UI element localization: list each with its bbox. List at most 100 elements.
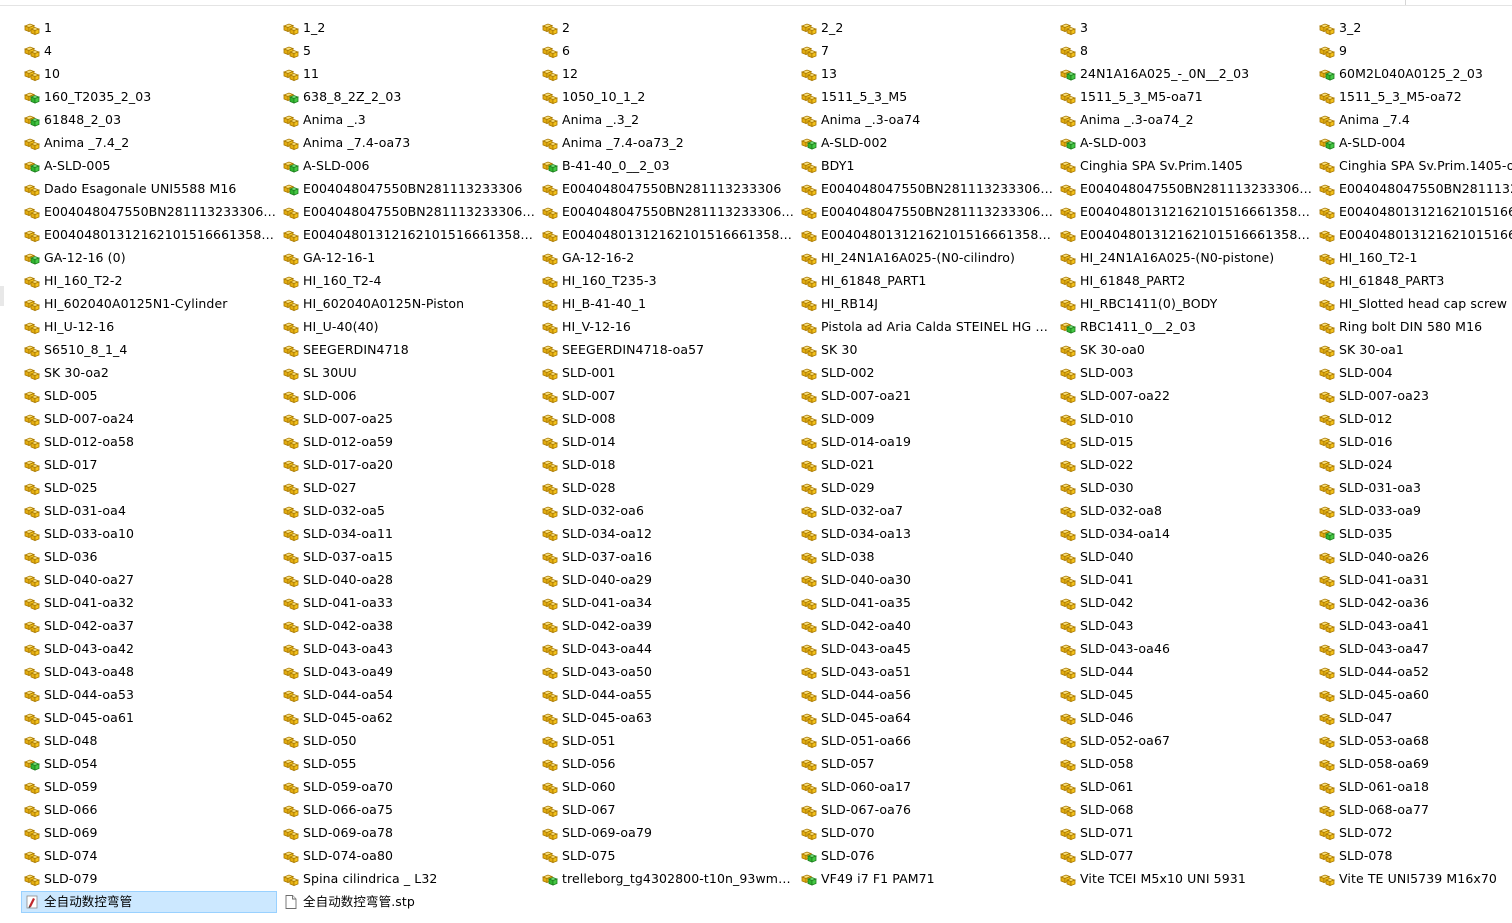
file-item[interactable]: SK 30-oa0 xyxy=(1057,339,1313,361)
file-item[interactable]: A-SLD-005 xyxy=(21,155,277,177)
file-item[interactable]: SLD-045-oa60 xyxy=(1316,684,1512,706)
file-item[interactable]: HI_160_T2-1 xyxy=(1316,247,1512,269)
file-item[interactable]: SLD-072 xyxy=(1316,822,1512,844)
file-item[interactable]: SLD-043-oa45 xyxy=(798,638,1054,660)
file-item[interactable]: SLD-071 xyxy=(1057,822,1313,844)
file-item[interactable]: SK 30-oa1 xyxy=(1316,339,1512,361)
file-item[interactable]: SLD-048 xyxy=(21,730,277,752)
file-item[interactable]: SK 30-oa2 xyxy=(21,362,277,384)
file-item[interactable]: SLD-074 xyxy=(21,845,277,867)
file-item[interactable]: Dado Esagonale UNI5588 M16 xyxy=(21,178,277,200)
file-item[interactable]: 1050_10_1_2 xyxy=(539,86,795,108)
file-item[interactable]: SLD-077 xyxy=(1057,845,1313,867)
file-item[interactable]: SLD-034-oa11 xyxy=(280,523,536,545)
file-item[interactable]: SLD-043 xyxy=(1057,615,1313,637)
file-item[interactable]: HI_Slotted head cap screw DI xyxy=(1316,293,1512,315)
file-item[interactable]: 全自动数控弯管.stp xyxy=(280,891,536,913)
file-item[interactable]: SLD-066 xyxy=(21,799,277,821)
file-item[interactable]: 13 xyxy=(798,63,1054,85)
file-item[interactable]: SLD-027 xyxy=(280,477,536,499)
file-item[interactable]: SLD-003 xyxy=(1057,362,1313,384)
file-item[interactable]: 61848_2_03 xyxy=(21,109,277,131)
file-item[interactable]: SLD-037-oa15 xyxy=(280,546,536,568)
file-item[interactable]: SLD-060 xyxy=(539,776,795,798)
file-item[interactable]: SLD-041-oa35 xyxy=(798,592,1054,614)
file-item[interactable]: E004048047550BN281113233306 xyxy=(280,178,536,200)
file-item[interactable]: SLD-059-oa70 xyxy=(280,776,536,798)
file-item[interactable]: HI_61848_PART1 xyxy=(798,270,1054,292)
file-item[interactable]: 3_2 xyxy=(1316,17,1512,39)
file-item[interactable]: Vite TCEI M5x10 UNI 5931 xyxy=(1057,868,1313,890)
file-item[interactable]: SLD-007 xyxy=(539,385,795,407)
file-item[interactable]: GA-12-16-1 xyxy=(280,247,536,269)
file-item[interactable]: SLD-078 xyxy=(1316,845,1512,867)
file-item[interactable]: SLD-051 xyxy=(539,730,795,752)
file-item[interactable]: SLD-012-oa59 xyxy=(280,431,536,453)
file-item[interactable]: SLD-044-oa52 xyxy=(1316,661,1512,683)
file-item[interactable]: SLD-045-oa62 xyxy=(280,707,536,729)
file-item[interactable]: SLD-051-oa66 xyxy=(798,730,1054,752)
file-item[interactable]: SLD-033-oa10 xyxy=(21,523,277,545)
file-item[interactable]: SLD-034-oa14 xyxy=(1057,523,1313,545)
file-item[interactable]: E004048047550BN281113233306_3 xyxy=(21,201,277,223)
file-item[interactable]: SLD-059 xyxy=(21,776,277,798)
file-item[interactable]: 1511_5_3_M5-oa72 xyxy=(1316,86,1512,108)
file-item[interactable]: SLD-043-oa47 xyxy=(1316,638,1512,660)
file-item[interactable]: SLD-042-oa40 xyxy=(798,615,1054,637)
file-item[interactable]: Anima _.3 xyxy=(280,109,536,131)
file-item[interactable]: 1_2 xyxy=(280,17,536,39)
file-item[interactable]: SLD-068 xyxy=(1057,799,1313,821)
file-item[interactable]: SLD-018 xyxy=(539,454,795,476)
file-item[interactable]: SLD-017 xyxy=(21,454,277,476)
file-item[interactable]: HI_RB14J xyxy=(798,293,1054,315)
file-item[interactable]: SLD-041-oa34 xyxy=(539,592,795,614)
file-item[interactable]: SLD-044-oa54 xyxy=(280,684,536,706)
file-item[interactable]: 10 xyxy=(21,63,277,85)
navigation-pane-edge[interactable] xyxy=(0,286,4,306)
file-item[interactable]: SLD-068-oa77 xyxy=(1316,799,1512,821)
file-item[interactable]: E004048047550BN281113233306_0 xyxy=(798,178,1054,200)
file-item[interactable]: SLD-060-oa17 xyxy=(798,776,1054,798)
file-item[interactable]: 11 xyxy=(280,63,536,85)
file-item[interactable]: E004048047550BN281113233306 xyxy=(539,178,795,200)
file-item[interactable]: SLD-040-oa29 xyxy=(539,569,795,591)
file-item[interactable]: GA-12-16 (0) xyxy=(21,247,277,269)
file-item[interactable]: SLD-043-oa49 xyxy=(280,661,536,683)
file-item[interactable]: SLD-043-oa41 xyxy=(1316,615,1512,637)
file-item[interactable]: SLD-066-oa75 xyxy=(280,799,536,821)
file-item[interactable]: SLD-058-oa69 xyxy=(1316,753,1512,775)
file-item[interactable]: SLD-044-oa56 xyxy=(798,684,1054,706)
file-item[interactable]: SLD-037-oa16 xyxy=(539,546,795,568)
file-item[interactable]: SLD-036 xyxy=(21,546,277,568)
file-item[interactable]: SLD-043-oa50 xyxy=(539,661,795,683)
file-item[interactable]: SLD-042-oa37 xyxy=(21,615,277,637)
file-item[interactable]: SLD-007-oa22 xyxy=(1057,385,1313,407)
file-item[interactable]: Anima _.3-oa74 xyxy=(798,109,1054,131)
file-item[interactable]: SLD-045-oa61 xyxy=(21,707,277,729)
file-item[interactable]: SLD-042-oa36 xyxy=(1316,592,1512,614)
file-item[interactable]: HI_160_T235-3 xyxy=(539,270,795,292)
file-item[interactable]: SLD-016 xyxy=(1316,431,1512,453)
file-item[interactable]: SLD-054 xyxy=(21,753,277,775)
file-item[interactable]: 1511_5_3_M5 xyxy=(798,86,1054,108)
file-item[interactable]: 3 xyxy=(1057,17,1313,39)
file-item[interactable]: SLD-032-oa6 xyxy=(539,500,795,522)
file-item[interactable]: trelleborg_tg4302800-t10n_93wmrb4u… xyxy=(539,868,795,890)
file-item[interactable]: SLD-032-oa5 xyxy=(280,500,536,522)
file-item[interactable]: SLD-007-oa25 xyxy=(280,408,536,430)
file-item[interactable]: SLD-012 xyxy=(1316,408,1512,430)
file-item[interactable]: SLD-067-oa76 xyxy=(798,799,1054,821)
file-item[interactable]: SLD-014-oa19 xyxy=(798,431,1054,453)
file-item[interactable]: HI_602040A0125N-Piston xyxy=(280,293,536,315)
file-item[interactable]: SLD-024 xyxy=(1316,454,1512,476)
file-item[interactable]: 12 xyxy=(539,63,795,85)
file-item[interactable]: E004048013121621015166613588481… xyxy=(21,224,277,246)
file-item[interactable]: SLD-074-oa80 xyxy=(280,845,536,867)
file-item[interactable]: Ring bolt DIN 580 M16 xyxy=(1316,316,1512,338)
file-item[interactable]: A-SLD-004 xyxy=(1316,132,1512,154)
file-item[interactable]: SLD-030 xyxy=(1057,477,1313,499)
file-item[interactable]: SLD-033-oa9 xyxy=(1316,500,1512,522)
file-item[interactable]: SLD-055 xyxy=(280,753,536,775)
file-item[interactable]: SLD-041-oa31 xyxy=(1316,569,1512,591)
file-item[interactable]: Anima _7.4 xyxy=(1316,109,1512,131)
